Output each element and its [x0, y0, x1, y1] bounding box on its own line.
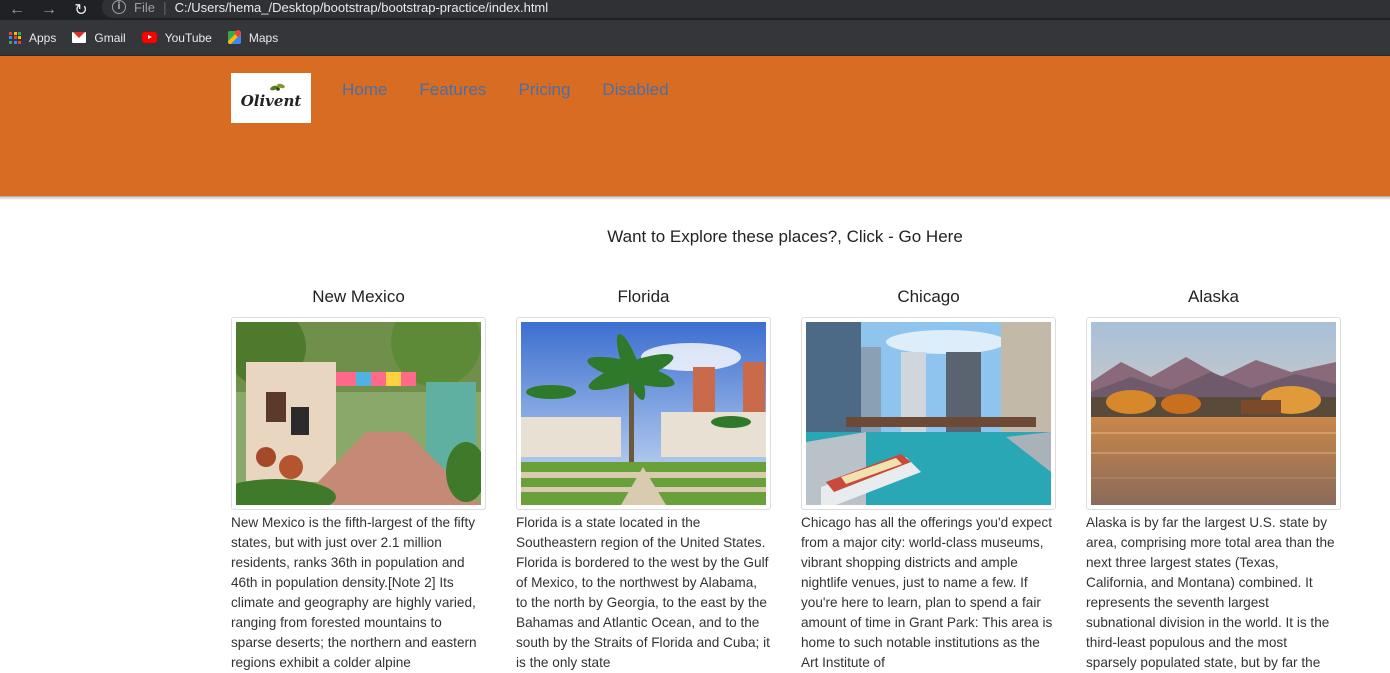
- forward-arrow-icon[interactable]: →: [38, 1, 60, 19]
- back-arrow-icon[interactable]: ←: [6, 1, 28, 19]
- card-title: Florida: [617, 287, 670, 306]
- card-image-frame: [516, 317, 771, 510]
- florida-photo: [521, 322, 766, 505]
- bookmark-label: Gmail: [94, 30, 126, 45]
- card-image-frame: [1086, 317, 1341, 510]
- reload-icon[interactable]: ↻: [70, 0, 92, 20]
- card-image-frame: [801, 317, 1056, 510]
- nav-pricing[interactable]: Pricing: [518, 80, 570, 100]
- site-logo[interactable]: Olivent: [231, 73, 311, 123]
- card-chicago: Chicago Chicago has all the offerings yo…: [801, 286, 1056, 673]
- url-field[interactable]: i File | C:/Users/hema_/Desktop/bootstra…: [102, 0, 1390, 18]
- browser-nav-buttons: ← → ↻: [6, 0, 92, 20]
- bookmarks-bar: Apps Gmail YouTube Maps: [0, 20, 1390, 56]
- browser-address-bar: ← → ↻ i File | C:/Users/hema_/Desktop/bo…: [0, 0, 1390, 20]
- alaska-photo: [1091, 322, 1336, 505]
- card-alaska: Alaska Alaska is by far the largest U.S.…: [1086, 286, 1341, 673]
- card-description: Florida is a state located in the Southe…: [516, 515, 770, 670]
- youtube-icon: [141, 32, 157, 43]
- nav-features[interactable]: Features: [419, 80, 486, 100]
- maps-icon: [227, 31, 241, 44]
- bookmark-apps[interactable]: Apps: [9, 31, 56, 45]
- header-shadow: [0, 196, 1390, 200]
- logo-text: Olivent: [240, 92, 302, 110]
- intro-text[interactable]: Want to Explore these places?, Click - G…: [0, 227, 1390, 247]
- bookmark-label: YouTube: [164, 30, 212, 45]
- destination-cards: New Mexico New Mexico is the fifth-large…: [216, 286, 1341, 673]
- card-description: New Mexico is the fifth-largest of the f…: [231, 515, 477, 670]
- card-title: Alaska: [1187, 287, 1240, 306]
- card-title: New Mexico: [312, 287, 405, 306]
- card-image-frame: [216, 297, 486, 515]
- url-scheme-label: File: [134, 0, 155, 15]
- card-florida: Florida Florida is a state located in th…: [516, 286, 771, 673]
- bookmark-gmail[interactable]: Gmail: [72, 30, 126, 45]
- bookmark-maps[interactable]: Maps: [227, 30, 279, 45]
- url-text: C:/Users/hema_/Desktop/bootstrap/bootstr…: [174, 0, 549, 15]
- card-title: Chicago: [897, 287, 960, 306]
- apps-grid-icon: [9, 31, 21, 44]
- bookmark-label: Maps: [248, 30, 279, 45]
- card-description: Alaska is by far the largest U.S. state …: [1086, 515, 1335, 670]
- main-nav: Home Features Pricing Disabled: [342, 80, 701, 100]
- bookmark-label: Apps: [29, 30, 57, 45]
- card-new-mexico: New Mexico New Mexico is the fifth-large…: [216, 286, 486, 673]
- chicago-photo: [806, 322, 1051, 505]
- olive-leaf-icon: [270, 83, 285, 91]
- nav-home[interactable]: Home: [342, 80, 387, 100]
- site-header: Olivent Home Features Pricing Disabled: [0, 56, 1390, 197]
- nav-disabled[interactable]: Disabled: [602, 80, 668, 100]
- card-description: Chicago has all the offerings you'd expe…: [801, 515, 1053, 670]
- new-mexico-photo: [216, 297, 486, 515]
- gmail-icon: [72, 32, 87, 43]
- bookmark-youtube[interactable]: YouTube: [141, 30, 212, 45]
- info-icon[interactable]: i: [112, 0, 126, 14]
- url-separator: |: [162, 0, 167, 15]
